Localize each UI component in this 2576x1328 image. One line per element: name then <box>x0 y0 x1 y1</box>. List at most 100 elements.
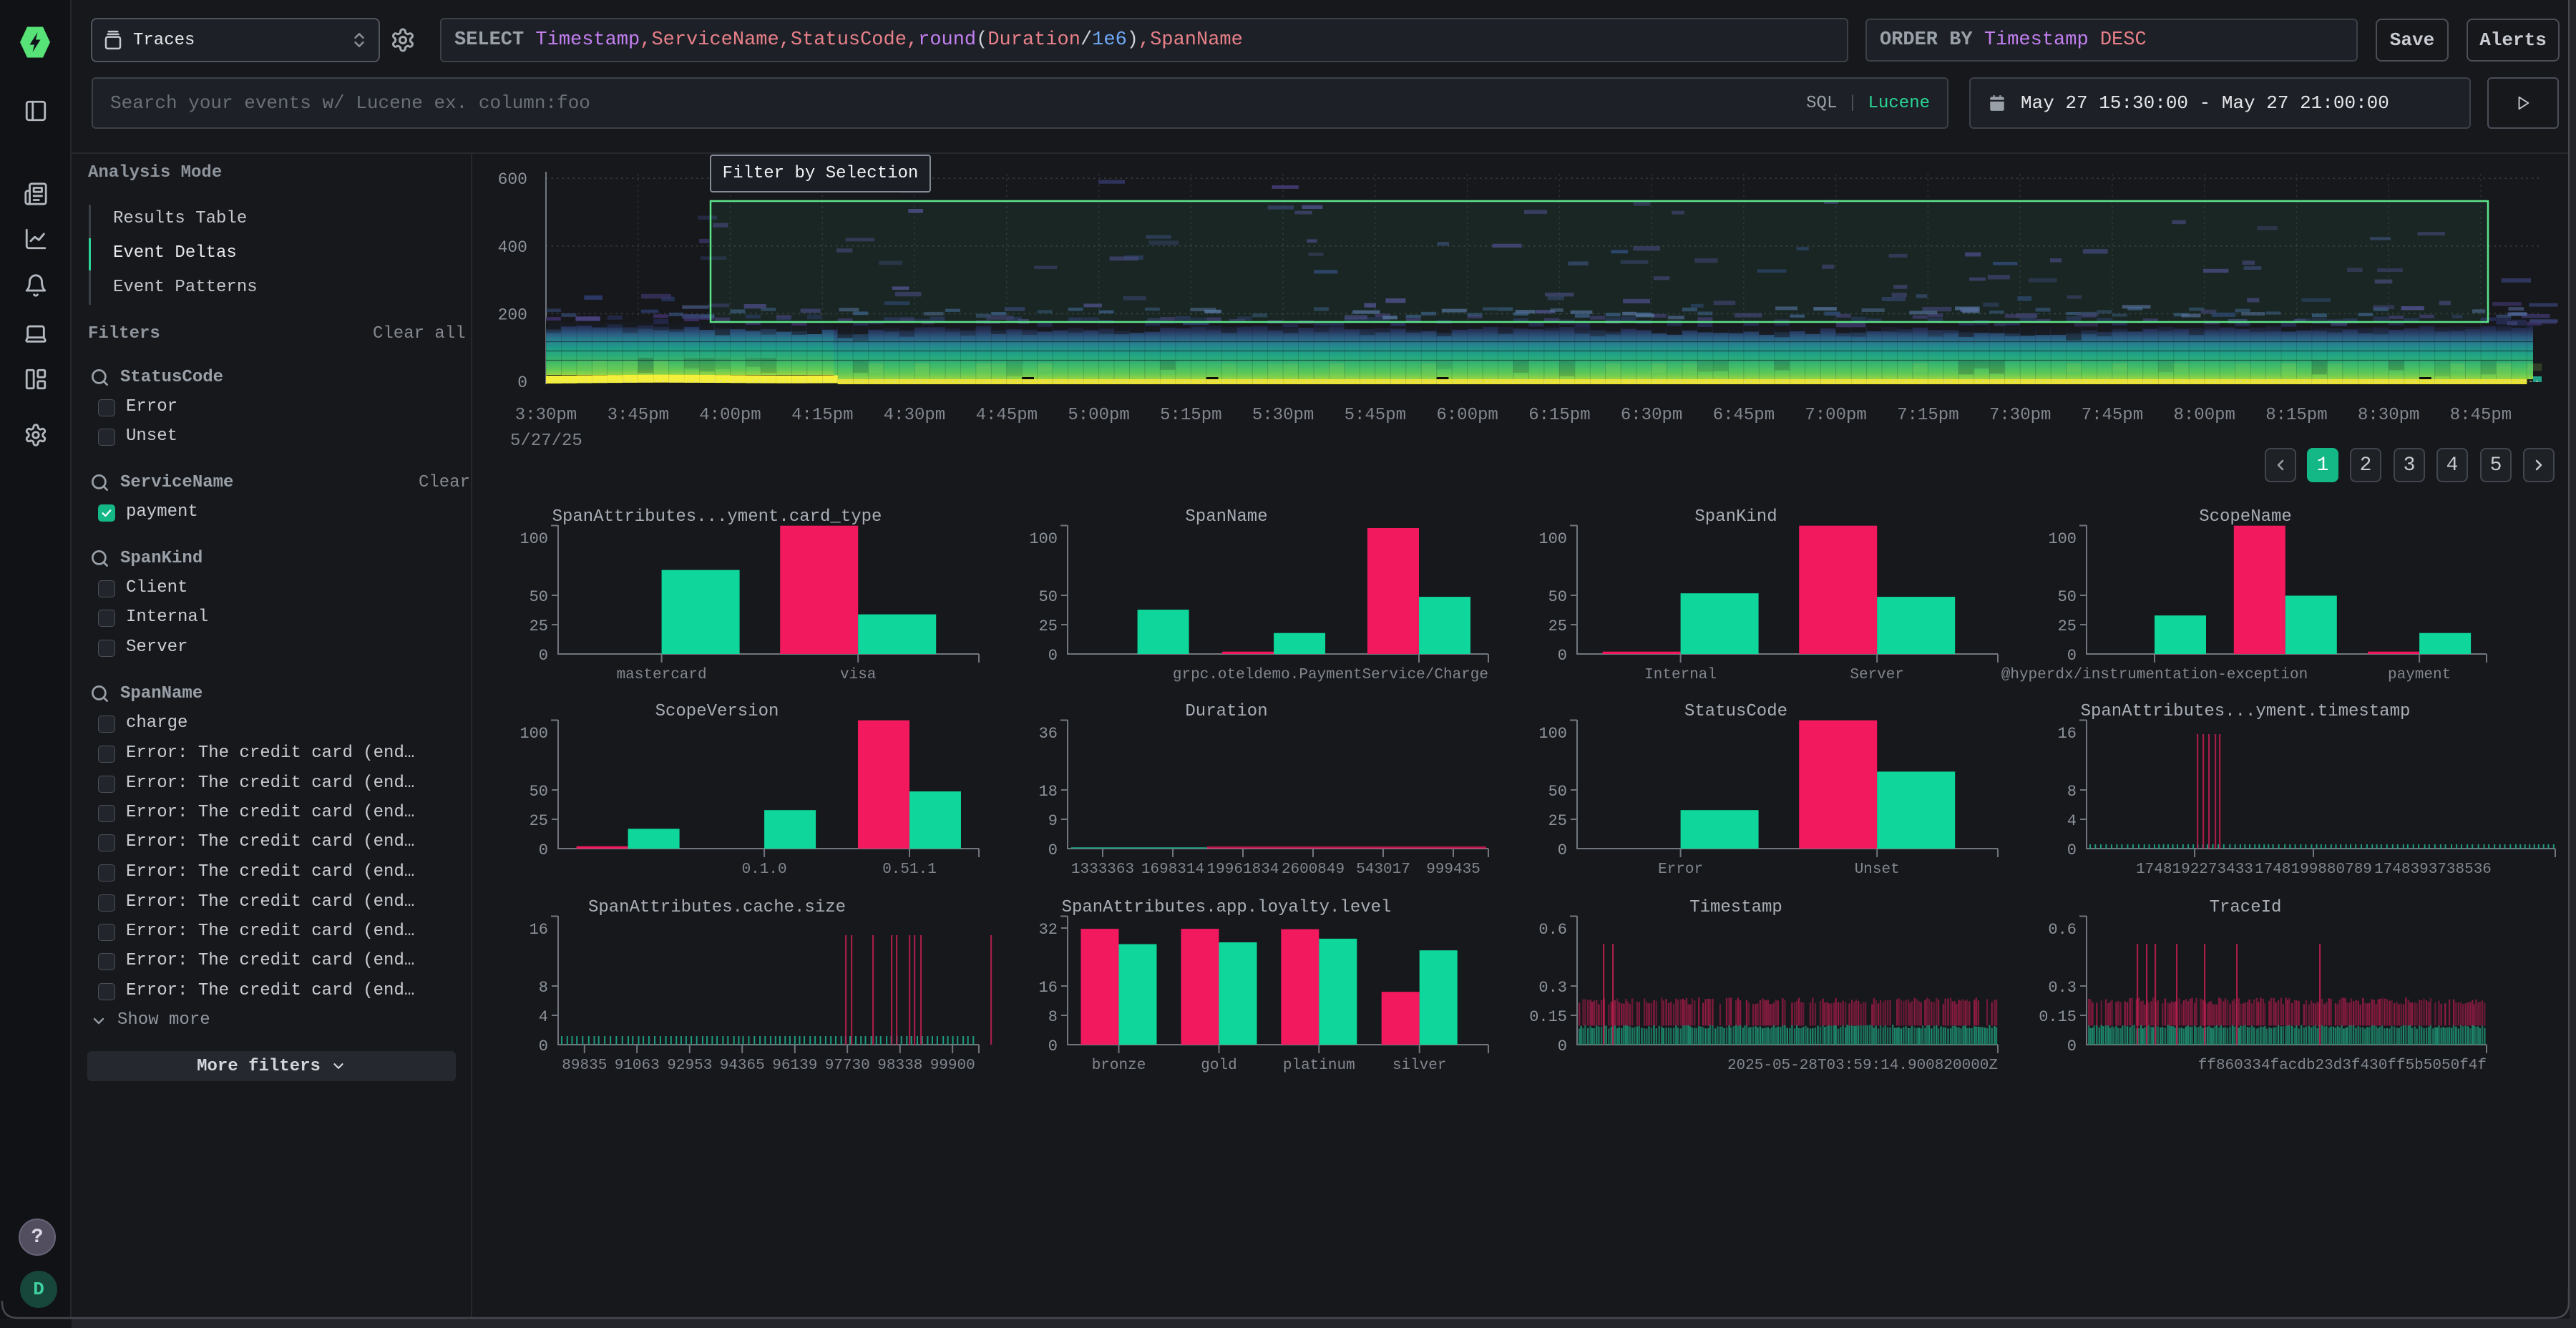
svg-text:grpc.oteldemo.PaymentService/C: grpc.oteldemo.PaymentService/Charge <box>1173 667 1488 683</box>
svg-text:0: 0 <box>1048 1038 1058 1055</box>
svg-text:5:00pm: 5:00pm <box>1068 406 1129 425</box>
svg-text:25: 25 <box>2058 617 2077 635</box>
svg-text:50: 50 <box>530 588 548 606</box>
svg-text:0: 0 <box>1558 841 1567 859</box>
svg-text:@hyperdx/instrumentation-excep: @hyperdx/instrumentation-exception <box>2001 667 2308 683</box>
svg-text:0.3: 0.3 <box>2048 979 2077 997</box>
svg-text:Unset: Unset <box>1855 861 1900 878</box>
svg-text:0.51.1: 0.51.1 <box>882 861 937 878</box>
svg-text:50: 50 <box>530 783 548 801</box>
svg-text:Server: Server <box>1850 667 1904 683</box>
svg-text:0: 0 <box>1048 647 1058 665</box>
svg-text:bronze: bronze <box>1092 1058 1146 1074</box>
svg-text:0: 0 <box>539 841 548 859</box>
svg-text:0.6: 0.6 <box>2048 921 2077 939</box>
svg-text:silver: silver <box>1392 1058 1447 1074</box>
svg-text:TraceId: TraceId <box>2210 898 2282 917</box>
svg-text:25: 25 <box>1039 617 1058 635</box>
svg-text:6:45pm: 6:45pm <box>1713 406 1775 425</box>
svg-text:25: 25 <box>530 812 548 830</box>
svg-text:1698314: 1698314 <box>1141 861 1204 878</box>
svg-text:0: 0 <box>1558 1038 1567 1055</box>
svg-text:50: 50 <box>2058 588 2077 606</box>
svg-text:0.15: 0.15 <box>1529 1008 1567 1026</box>
svg-text:3:30pm: 3:30pm <box>515 406 577 425</box>
svg-text:2025-05-28T03:59:14.900820000Z: 2025-05-28T03:59:14.900820000Z <box>1727 1058 1998 1074</box>
svg-text:0: 0 <box>539 1038 548 1055</box>
svg-text:8:00pm: 8:00pm <box>2173 406 2235 425</box>
svg-text:8:45pm: 8:45pm <box>2450 406 2512 425</box>
svg-text:100: 100 <box>519 530 548 548</box>
svg-text:payment: payment <box>2388 667 2451 683</box>
svg-text:SpanAttributes.app.loyalty.lev: SpanAttributes.app.loyalty.level <box>1062 898 1392 917</box>
svg-text:100: 100 <box>1538 725 1567 743</box>
svg-text:Internal: Internal <box>1644 667 1717 683</box>
svg-text:SpanAttributes.cache.size: SpanAttributes.cache.size <box>588 898 846 917</box>
svg-text:96139: 96139 <box>772 1058 817 1074</box>
svg-text:50: 50 <box>1548 783 1567 801</box>
svg-text:0: 0 <box>2067 841 2077 859</box>
svg-text:19961834: 19961834 <box>1207 861 1279 878</box>
svg-text:36: 36 <box>1039 725 1058 743</box>
svg-text:0.15: 0.15 <box>2039 1008 2077 1026</box>
svg-text:94365: 94365 <box>720 1058 765 1074</box>
svg-text:0: 0 <box>2067 1038 2077 1055</box>
svg-text:6:15pm: 6:15pm <box>1528 406 1590 425</box>
svg-text:999435: 999435 <box>1426 861 1480 878</box>
svg-text:50: 50 <box>1548 588 1567 606</box>
svg-text:StatusCode: StatusCode <box>1684 702 1787 721</box>
svg-text:Timestamp: Timestamp <box>1689 898 1782 917</box>
svg-text:7:00pm: 7:00pm <box>1805 406 1866 425</box>
svg-text:0: 0 <box>1048 841 1058 859</box>
svg-text:32: 32 <box>1039 921 1058 939</box>
svg-text:25: 25 <box>1548 617 1567 635</box>
svg-text:98338: 98338 <box>877 1058 922 1074</box>
svg-text:99900: 99900 <box>930 1058 975 1074</box>
svg-text:2600849: 2600849 <box>1282 861 1345 878</box>
svg-text:8:30pm: 8:30pm <box>2358 406 2419 425</box>
svg-text:ScopeVersion: ScopeVersion <box>655 702 779 721</box>
svg-text:mastercard: mastercard <box>617 667 707 683</box>
svg-text:400: 400 <box>498 238 527 257</box>
svg-text:0: 0 <box>539 647 548 665</box>
svg-text:16: 16 <box>530 921 548 939</box>
svg-text:0: 0 <box>1558 647 1567 665</box>
svg-text:1333363: 1333363 <box>1071 861 1134 878</box>
svg-text:4:00pm: 4:00pm <box>699 406 761 425</box>
svg-text:3:45pm: 3:45pm <box>608 406 669 425</box>
svg-text:0: 0 <box>517 374 527 392</box>
svg-text:16: 16 <box>2058 725 2077 743</box>
svg-text:SpanKind: SpanKind <box>1694 507 1777 527</box>
svg-text:ff860334facdb23d3f430ff5b5050f: ff860334facdb23d3f430ff5b5050f4f <box>2198 1058 2487 1074</box>
svg-text:SpanAttributes...yment.card_ty: SpanAttributes...yment.card_type <box>552 507 882 527</box>
svg-text:8: 8 <box>1048 1008 1058 1026</box>
svg-text:5:15pm: 5:15pm <box>1160 406 1221 425</box>
svg-text:7:15pm: 7:15pm <box>1897 406 1958 425</box>
svg-text:18: 18 <box>1039 783 1058 801</box>
svg-text:Error: Error <box>1658 861 1703 878</box>
svg-text:200: 200 <box>498 306 527 324</box>
svg-text:gold: gold <box>1201 1058 1236 1074</box>
svg-text:0.6: 0.6 <box>1538 921 1567 939</box>
svg-text:600: 600 <box>498 170 527 189</box>
svg-text:visa: visa <box>840 667 876 683</box>
svg-text:25: 25 <box>530 617 548 635</box>
svg-text:4:15pm: 4:15pm <box>791 406 853 425</box>
svg-text:4:45pm: 4:45pm <box>976 406 1038 425</box>
svg-text:1748393738536: 1748393738536 <box>2374 861 2492 878</box>
svg-text:543017: 543017 <box>1356 861 1410 878</box>
svg-text:100: 100 <box>1029 530 1058 548</box>
svg-text:SpanAttributes...yment.timesta: SpanAttributes...yment.timestamp <box>2081 702 2411 721</box>
svg-text:50: 50 <box>1039 588 1058 606</box>
svg-text:4:30pm: 4:30pm <box>884 406 945 425</box>
svg-text:0: 0 <box>2067 647 2077 665</box>
svg-text:100: 100 <box>519 725 548 743</box>
svg-text:0.3: 0.3 <box>1538 979 1567 997</box>
svg-text:1748192273433: 1748192273433 <box>2136 861 2253 878</box>
svg-text:platinum: platinum <box>1283 1058 1355 1074</box>
svg-text:0.1.0: 0.1.0 <box>742 861 787 878</box>
svg-text:25: 25 <box>1548 812 1567 830</box>
svg-text:ScopeName: ScopeName <box>2199 507 2292 527</box>
svg-text:5/27/25: 5/27/25 <box>510 431 582 451</box>
svg-text:9: 9 <box>1048 812 1058 830</box>
